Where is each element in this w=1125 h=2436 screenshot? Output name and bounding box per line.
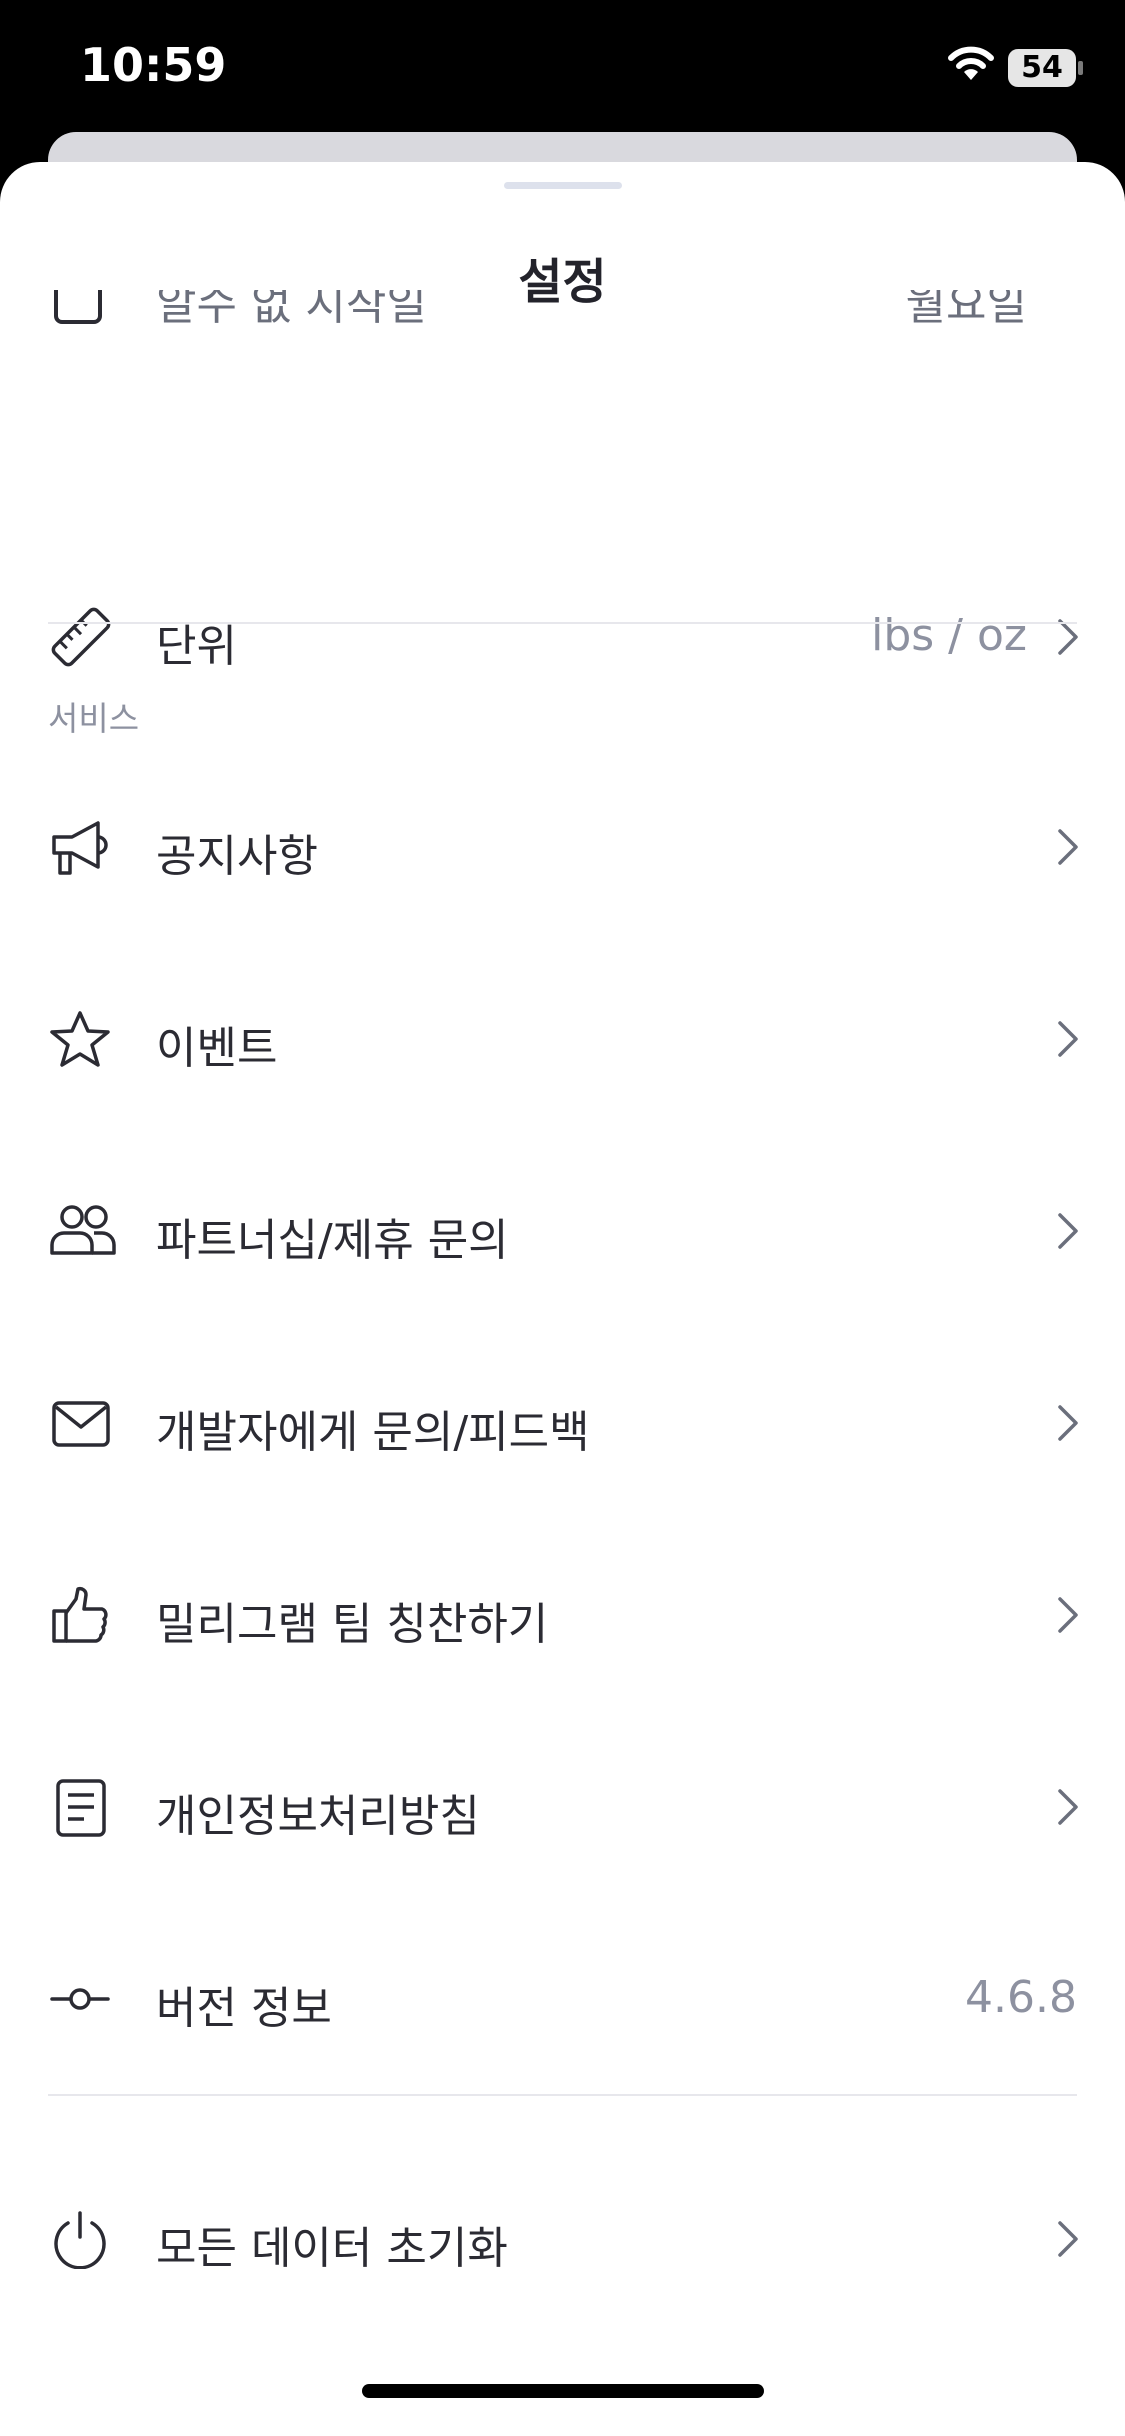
star-icon: [48, 1009, 120, 1069]
service-row-label: 공지사항: [156, 831, 318, 882]
section-divider: [48, 622, 1077, 624]
wifi-icon: [948, 46, 994, 86]
chevron-right-icon: [1058, 1405, 1078, 1441]
settings-row-unit[interactable]: 단위 lbs / oz: [0, 582, 1125, 692]
chevron-right-icon: [1058, 1597, 1078, 1633]
status-time: 10:59: [80, 38, 227, 92]
service-row-label: 개인정보처리방침: [156, 1791, 480, 1842]
settings-row-label: 알수 없 시작일: [156, 290, 427, 330]
section-title-service: 서비스: [48, 699, 140, 738]
service-row-partnership[interactable]: 파트너십/제휴 문의: [0, 1176, 1125, 1286]
service-row-feedback[interactable]: 개발자에게 문의/피드백: [0, 1368, 1125, 1478]
section-divider: [48, 2094, 1077, 2096]
battery-indicator: 54: [1008, 49, 1076, 87]
settings-sheet: 설정 알수 없 시작일 월요일 단위 lbs / oz 서비스 공지사항 이벤트…: [0, 162, 1125, 2436]
service-row-label: 개발자에게 문의/피드백: [156, 1407, 590, 1458]
document-icon: [48, 1777, 120, 1837]
settings-row-week-start[interactable]: 알수 없 시작일 월요일: [0, 290, 1125, 330]
service-row-label: 파트너십/제휴 문의: [156, 1215, 509, 1266]
service-row-version: 버전 정보 4.6.8: [0, 1944, 1125, 2054]
power-icon: [48, 2209, 120, 2270]
settings-row-label: 단위: [156, 621, 237, 672]
reset-data-row[interactable]: 모든 데이터 초기화: [0, 2184, 1125, 2294]
version-icon: [48, 1969, 120, 2029]
service-row-label: 밀리그램 팀 칭찬하기: [156, 1599, 549, 1650]
service-row-label: 이벤트: [156, 1023, 278, 1074]
ruler-icon: [48, 607, 120, 667]
service-row-event[interactable]: 이벤트: [0, 984, 1125, 1094]
service-row-label: 버전 정보: [156, 1983, 332, 2034]
reset-data-label: 모든 데이터 초기화: [156, 2223, 508, 2274]
chevron-right-icon: [1058, 829, 1078, 865]
chevron-right-icon: [1058, 1021, 1078, 1057]
service-row-notice[interactable]: 공지사항: [0, 792, 1125, 902]
calendar-icon: [48, 290, 120, 328]
chevron-right-icon: [1058, 2221, 1078, 2257]
megaphone-icon: [48, 817, 120, 877]
service-row-privacy[interactable]: 개인정보처리방침: [0, 1752, 1125, 1862]
thumbs-up-icon: [48, 1585, 120, 1645]
service-row-praise[interactable]: 밀리그램 팀 칭찬하기: [0, 1560, 1125, 1670]
settings-row-value: 월요일: [905, 290, 1027, 330]
mail-icon: [48, 1393, 120, 1453]
people-icon: [48, 1201, 120, 1261]
version-value: 4.6.8: [965, 1972, 1077, 2023]
chevron-right-icon: [1058, 1789, 1078, 1825]
chevron-right-icon: [1058, 1213, 1078, 1249]
sheet-grabber[interactable]: [504, 182, 622, 189]
settings-row-value: lbs / oz: [871, 610, 1027, 661]
home-indicator[interactable]: [362, 2384, 764, 2398]
battery-level: 54: [1021, 50, 1063, 85]
battery-tip: [1078, 61, 1083, 75]
